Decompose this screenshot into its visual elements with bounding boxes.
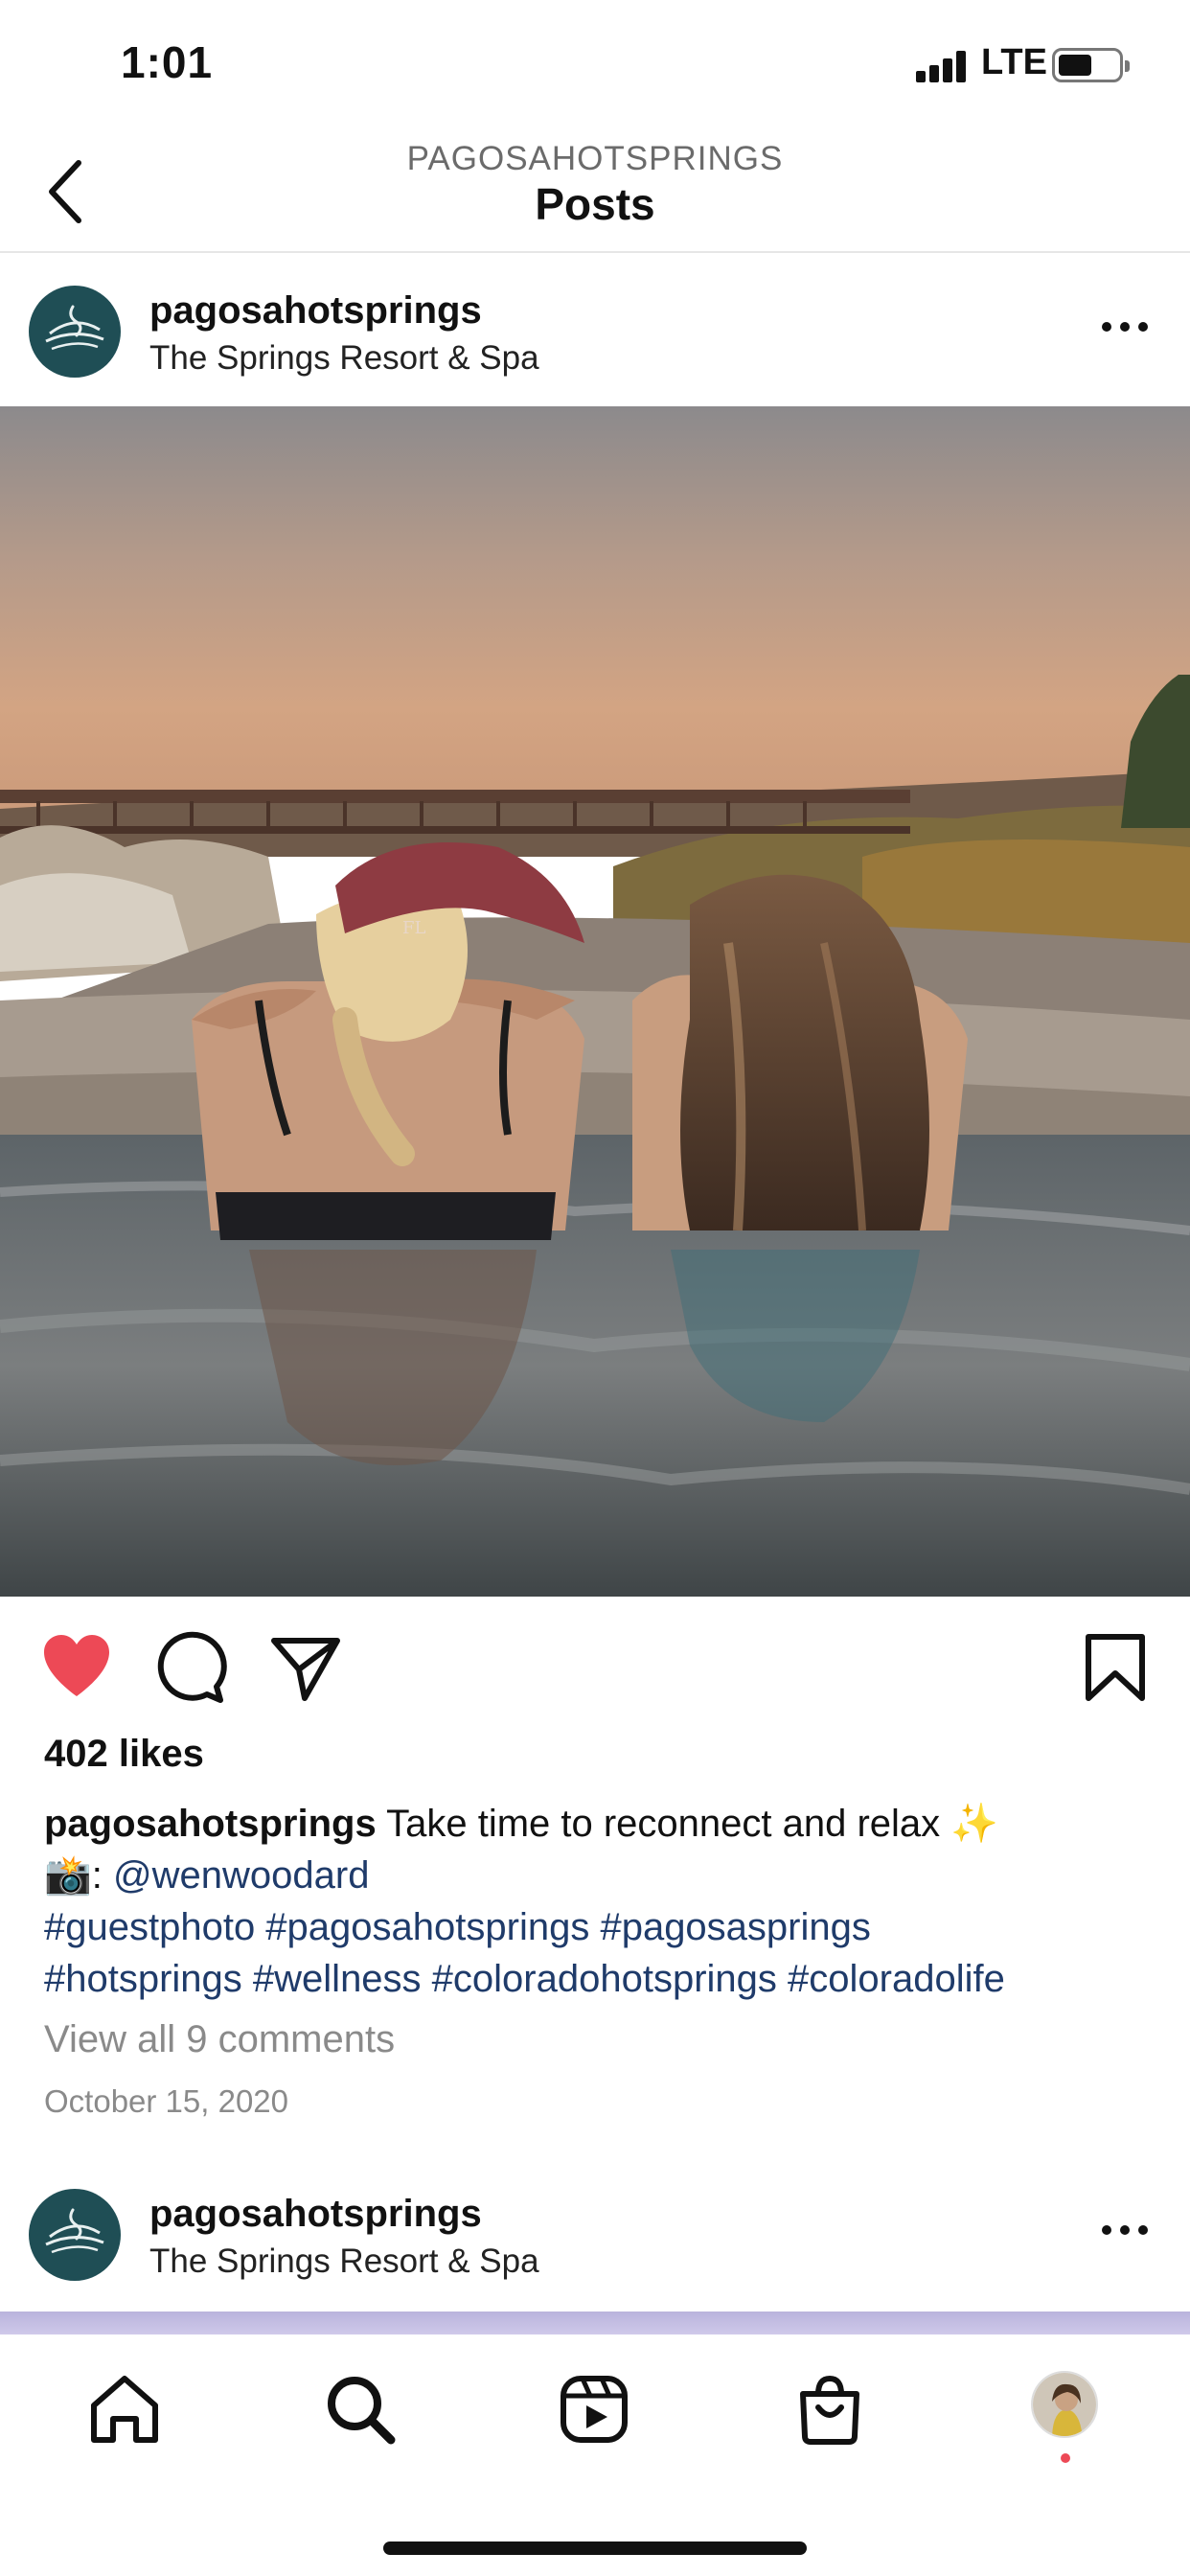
nav-header: PAGOSAHOTSPRINGS Posts xyxy=(0,130,1190,253)
post-actions xyxy=(0,1629,1190,1706)
reels-icon[interactable] xyxy=(556,2371,632,2448)
svg-text:FL: FL xyxy=(402,918,425,938)
save-bookmark-icon[interactable] xyxy=(1077,1629,1154,1706)
signal-strength-icon xyxy=(916,50,972,82)
post-username[interactable]: pagosahotsprings xyxy=(149,289,482,333)
share-send-icon[interactable] xyxy=(266,1629,343,1706)
account-avatar[interactable] xyxy=(29,2189,121,2281)
next-post-header: pagosahotsprings The Springs Resort & Sp… xyxy=(0,2158,1190,2312)
notification-dot xyxy=(1061,2453,1070,2463)
home-icon[interactable] xyxy=(86,2371,163,2448)
more-options-icon[interactable] xyxy=(1098,312,1152,341)
likes-count[interactable]: 402 likes xyxy=(44,1733,204,1776)
post-username[interactable]: pagosahotsprings xyxy=(149,2193,482,2236)
post-location[interactable]: The Springs Resort & Spa xyxy=(149,339,539,378)
view-comments-link[interactable]: View all 9 comments xyxy=(44,2018,395,2061)
post-photo[interactable]: FL xyxy=(0,406,1190,1597)
hashtags-line-1[interactable]: #guestphoto #pagosahotsprings #pagosaspr… xyxy=(44,1901,1156,1953)
post-date: October 15, 2020 xyxy=(44,2083,289,2119)
network-type: LTE xyxy=(981,42,1047,82)
battery-icon xyxy=(1052,48,1130,82)
more-options-icon[interactable] xyxy=(1098,2216,1152,2244)
shop-bag-icon[interactable] xyxy=(791,2371,868,2448)
post-header: pagosahotsprings The Springs Resort & Sp… xyxy=(0,255,1190,408)
post-location[interactable]: The Springs Resort & Spa xyxy=(149,2242,539,2281)
like-heart-icon[interactable] xyxy=(38,1629,115,1706)
next-post-photo-preview[interactable] xyxy=(0,2312,1190,2334)
caption-username[interactable]: pagosahotsprings xyxy=(44,1803,377,1845)
comment-bubble-icon[interactable] xyxy=(151,1629,228,1706)
search-icon[interactable] xyxy=(322,2371,399,2448)
profile-avatar[interactable] xyxy=(1031,2371,1098,2438)
bottom-tab-bar xyxy=(0,2334,1190,2576)
page-title: Posts xyxy=(535,179,655,229)
header-account-name: PAGOSAHOTSPRINGS xyxy=(406,140,784,177)
photo-credit-label: 📸: xyxy=(44,1854,114,1897)
status-time: 1:01 xyxy=(121,37,214,87)
home-indicator xyxy=(383,2542,807,2555)
account-avatar[interactable] xyxy=(29,286,121,378)
hashtags-line-2[interactable]: #hotsprings #wellness #coloradohotspring… xyxy=(44,1953,1156,2005)
caption-text: Take time to reconnect and relax ✨ xyxy=(376,1803,999,1845)
status-bar: 1:01 LTE xyxy=(0,0,1190,130)
post-caption: pagosahotsprings Take time to reconnect … xyxy=(44,1798,1156,2005)
photo-credit-mention[interactable]: @wenwoodard xyxy=(113,1854,369,1897)
